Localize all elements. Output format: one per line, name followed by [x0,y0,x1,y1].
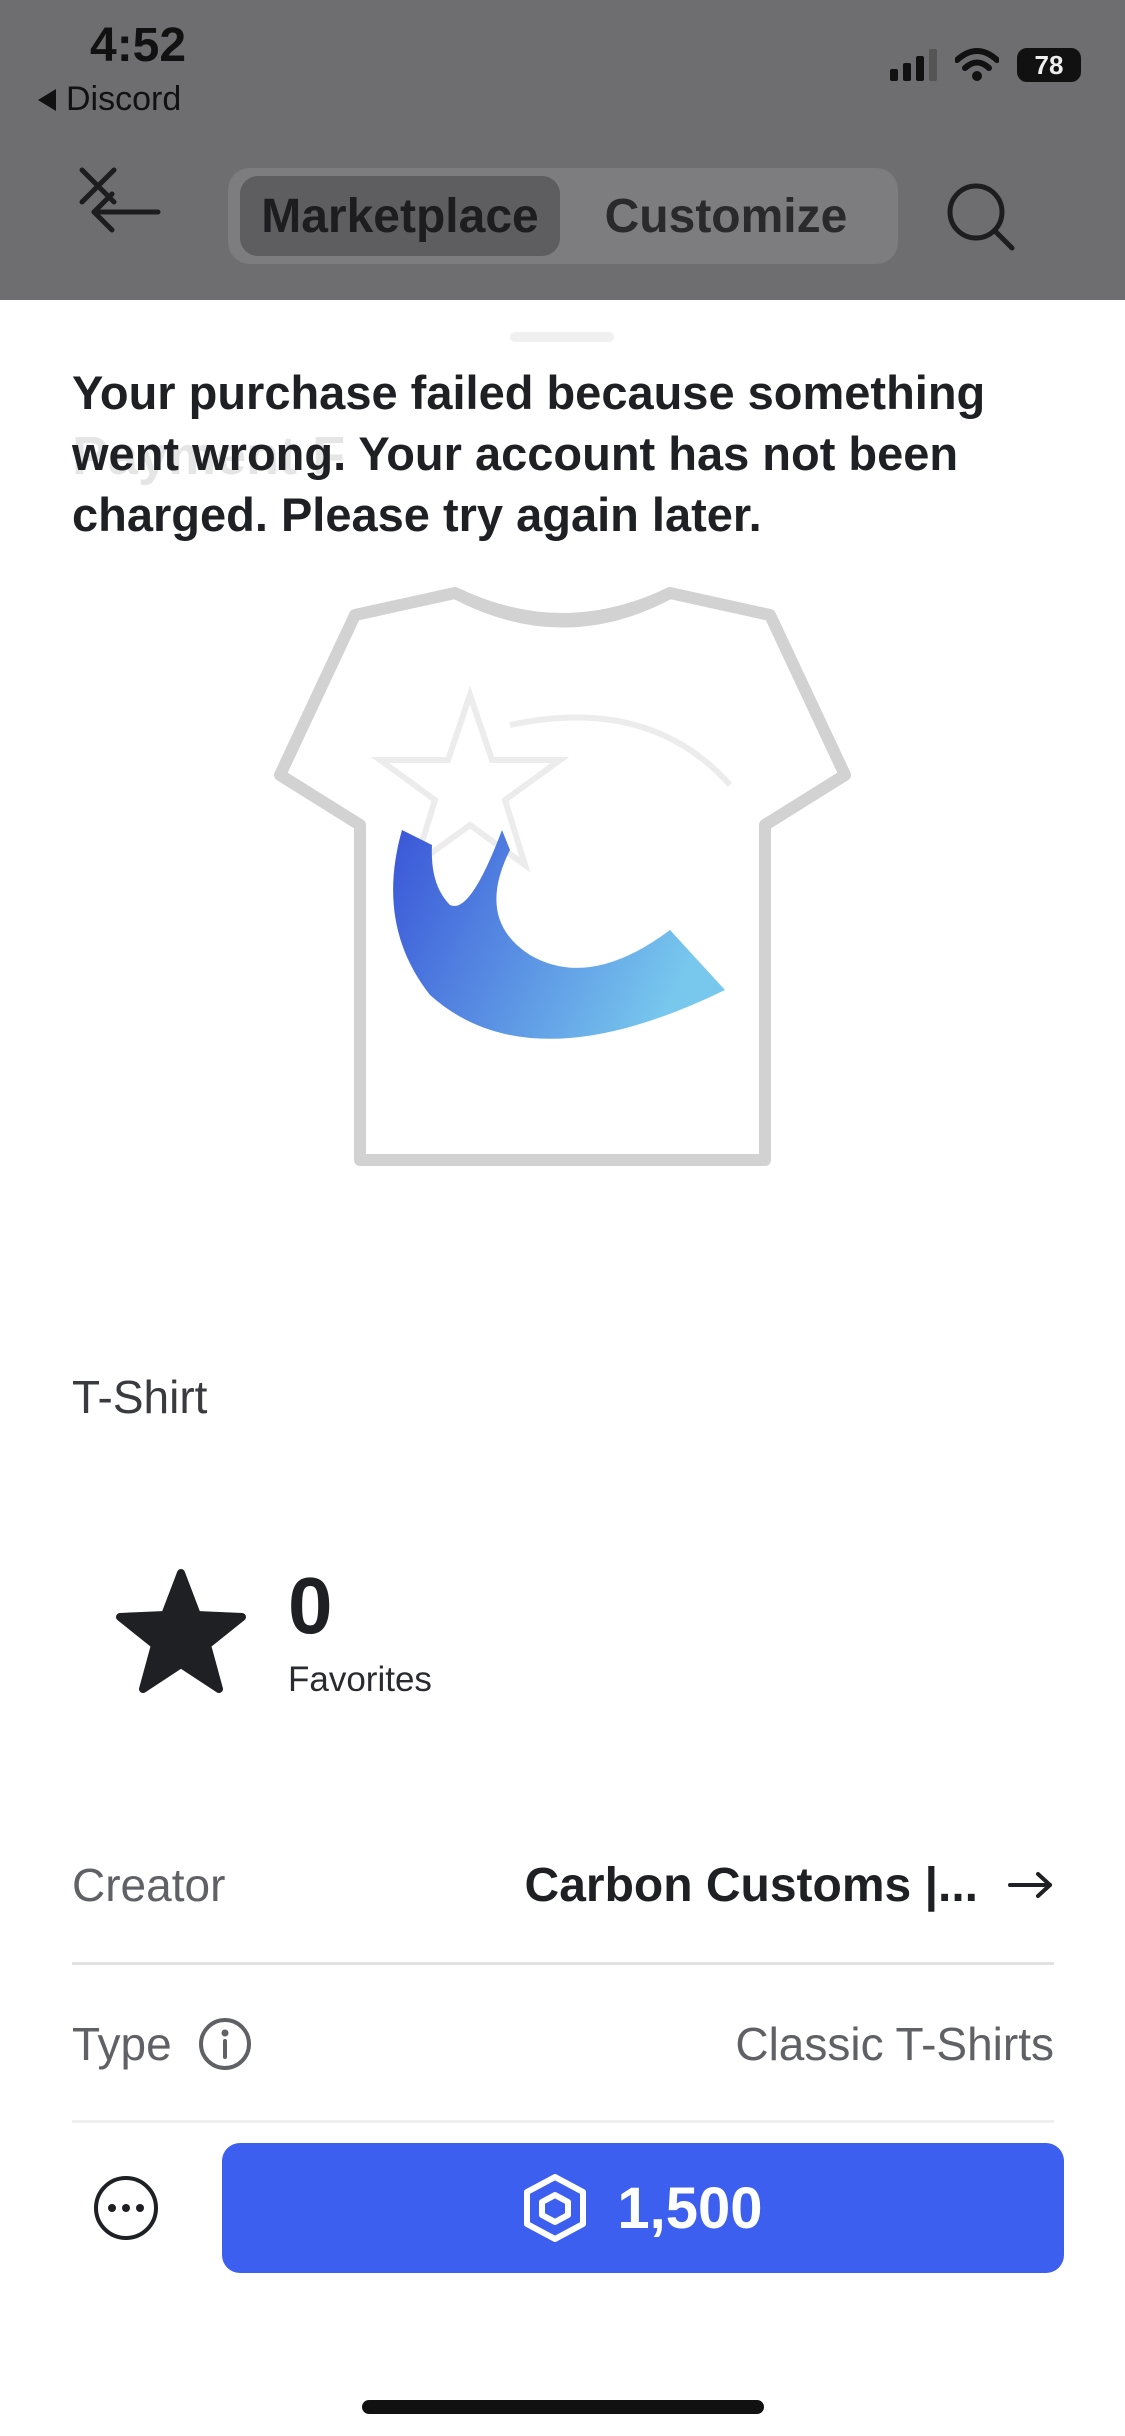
arrow-right-icon [1008,1872,1052,1898]
signal-icon [890,49,937,81]
back-triangle-icon [38,88,56,111]
star-icon[interactable] [114,1565,248,1695]
battery-icon: 78 [1017,48,1081,82]
back-app-label: Discord [66,80,182,118]
sheet-handle[interactable] [510,332,614,342]
close-back-icon[interactable] [72,160,168,240]
wifi-icon [955,48,999,81]
robux-icon [524,2174,587,2242]
search-icon[interactable] [944,180,1018,254]
battery-percent: 78 [1034,49,1064,80]
info-icon[interactable] [198,2017,252,2071]
type-label-wrap: Type [72,2017,252,2071]
buy-button[interactable]: 1,500 [222,2143,1064,2273]
divider [72,1962,1054,1965]
more-icon[interactable] [94,2176,158,2240]
home-indicator[interactable] [362,2400,764,2414]
favorites-count: 0 [288,1561,333,1650]
type-label: Type [72,2018,172,2070]
type-row: Type Classic T-Shirts [72,2014,1054,2074]
divider [72,2120,1054,2123]
price-label: 1,500 [617,2175,763,2241]
tshirt-item-image [274,587,851,1166]
creator-row[interactable]: Creator Carbon Customs |... [72,1855,1054,1915]
item-category: T-Shirt [72,1371,208,1423]
tab-customize[interactable]: Customize [568,176,884,256]
status-time: 4:52 [90,19,187,72]
back-to-app-link[interactable]: Discord [38,80,181,119]
type-value: Classic T-Shirts [735,2018,1054,2070]
status-icons: 78 [890,48,1081,82]
top-overlay: 4:52 Discord 78 Marketplace Customize [0,0,1125,300]
creator-value[interactable]: Carbon Customs |... [525,1858,1054,1913]
nav-segmented-control: Marketplace Customize [228,168,898,264]
purchase-error-message: Your purchase failed because something w… [72,366,986,541]
creator-label: Creator [72,1859,226,1911]
creator-name: Carbon Customs |... [524,1858,978,1912]
tab-marketplace[interactable]: Marketplace [240,176,560,256]
favorites-label: Favorites [288,1660,432,1699]
